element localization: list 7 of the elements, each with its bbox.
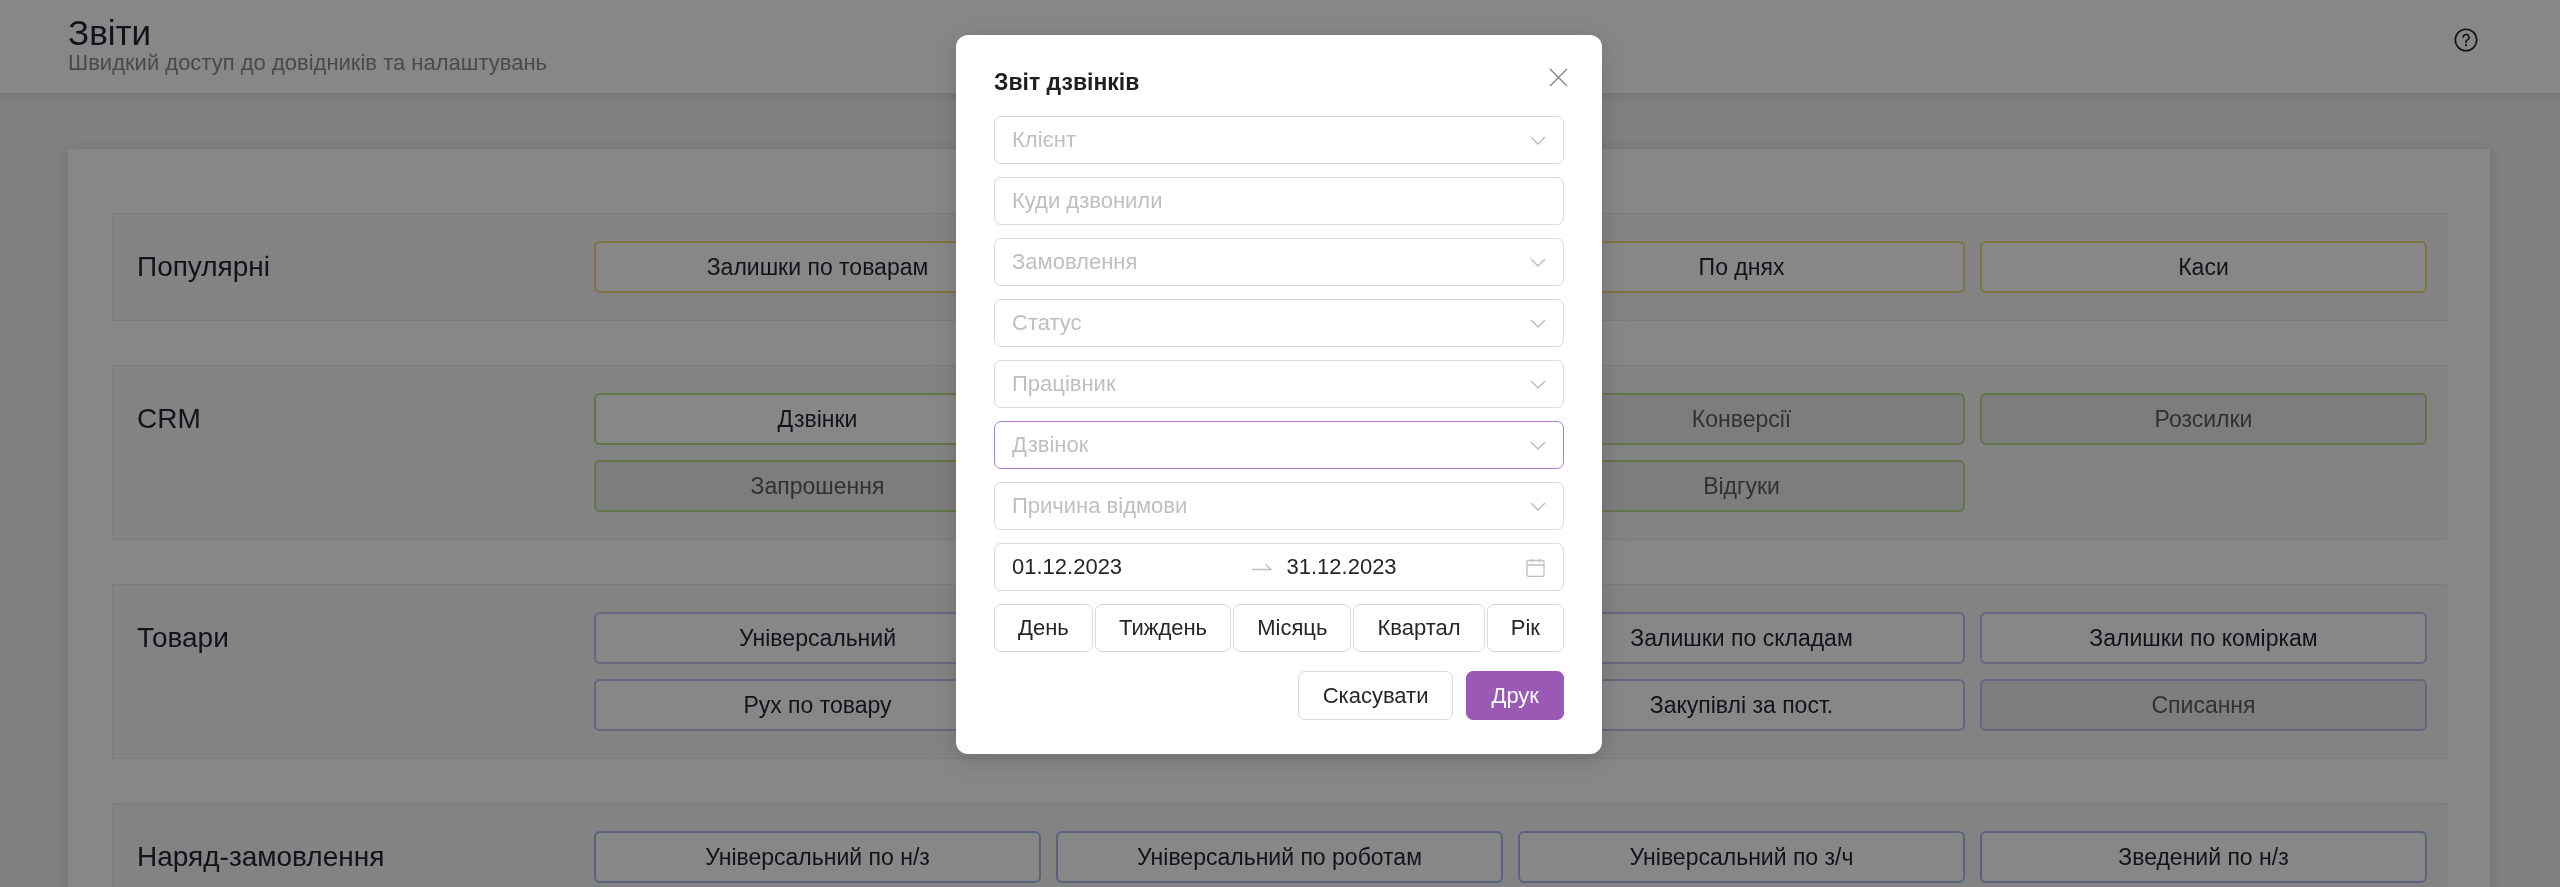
section-title: Товари xyxy=(137,621,229,655)
dialog-title: Звіт дзвінків xyxy=(994,68,1140,96)
page-title: Звіти xyxy=(68,15,152,51)
page-subtitle: Швидкий доступ до довідників та налаштувань xyxy=(68,51,548,74)
section-title: Наряд-замовлення xyxy=(137,840,385,874)
section-title: Популярні xyxy=(137,250,270,284)
section-title: CRM xyxy=(137,402,201,436)
